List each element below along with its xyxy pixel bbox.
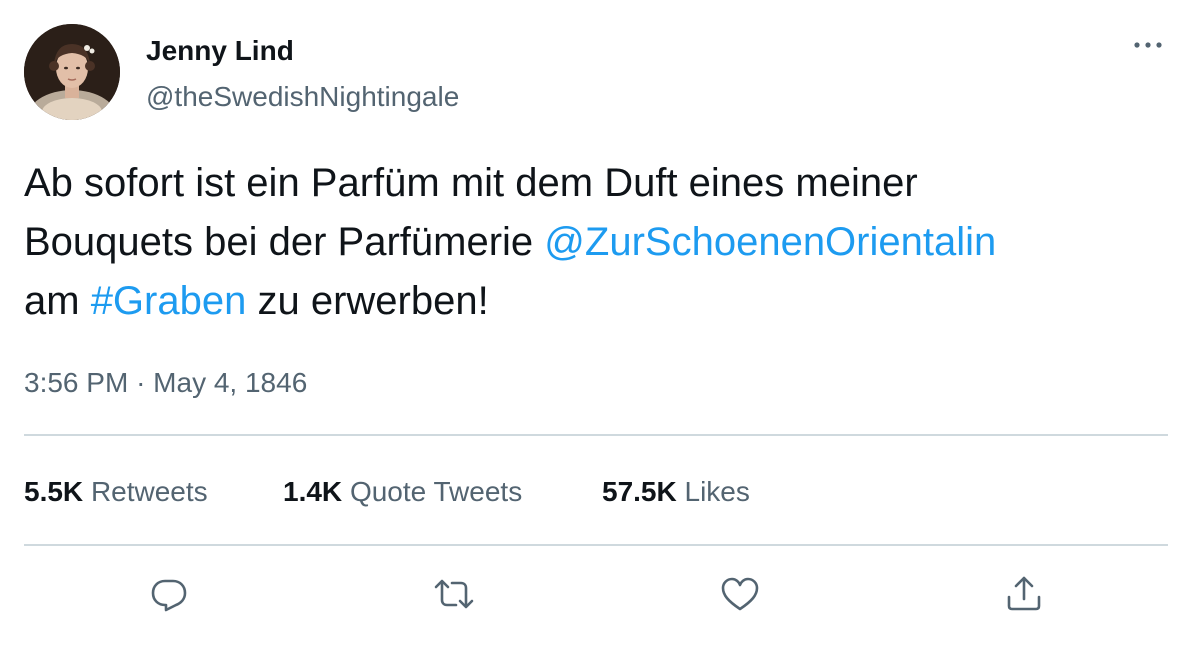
- retweets-count: 5.5K: [24, 476, 84, 507]
- quote-tweets-label: Quote Tweets: [349, 476, 523, 507]
- likes-count: 57.5K: [602, 476, 677, 507]
- likes-label: Likes: [684, 476, 750, 507]
- timestamp-separator: ·: [136, 367, 146, 398]
- more-horizontal-icon: [1134, 42, 1162, 48]
- share-upload-icon: [1007, 576, 1041, 611]
- tweet-text: Ab sofort ist ein Parfüm mit dem Duft ei…: [24, 154, 1164, 331]
- mention-link[interactable]: @ZurSchoenenOrientalin: [544, 220, 996, 264]
- hashtag-link[interactable]: #Graben: [91, 279, 247, 323]
- heart-icon: [721, 577, 759, 611]
- retweet-arrows-icon: [434, 579, 474, 609]
- tweet-text-segment: Bouquets bei der Parfümerie: [24, 220, 545, 264]
- tweet-text-line-2: Bouquets bei der Parfümerie @ZurSchoenen…: [24, 213, 1164, 272]
- more-options-button[interactable]: [1126, 32, 1170, 58]
- tweet-card: Jenny Lind @theSwedishNightingale Ab sof…: [0, 0, 1192, 668]
- user-handle[interactable]: @theSwedishNightingale: [146, 80, 459, 114]
- retweet-button[interactable]: [432, 572, 476, 616]
- reply-bubble-icon: [151, 579, 187, 612]
- reply-button[interactable]: [147, 572, 191, 616]
- tweet-text-segment: am: [24, 279, 91, 323]
- divider: [24, 434, 1168, 436]
- tweet-timestamp: 3:56 PM · May 4, 1846: [24, 365, 307, 401]
- like-button[interactable]: [718, 572, 762, 616]
- tweet-date[interactable]: May 4, 1846: [153, 367, 307, 398]
- tweet-text-line-3: am #Graben zu erwerben!: [24, 272, 1164, 331]
- avatar-portrait: [24, 24, 120, 120]
- quote-tweets-count: 1.4K: [283, 476, 343, 507]
- display-name[interactable]: Jenny Lind: [146, 34, 294, 68]
- quote-tweets-stat[interactable]: 1.4K Quote Tweets: [283, 474, 522, 510]
- share-button[interactable]: [1002, 572, 1046, 616]
- retweets-stat[interactable]: 5.5K Retweets: [24, 474, 208, 510]
- likes-stat[interactable]: 57.5K Likes: [602, 474, 750, 510]
- tweet-text-segment: zu erwerben!: [246, 279, 489, 323]
- avatar[interactable]: [24, 24, 120, 120]
- tweet-text-segment: Ab sofort ist ein Parfüm mit dem Duft ei…: [24, 161, 918, 205]
- divider: [24, 544, 1168, 546]
- tweet-time[interactable]: 3:56 PM: [24, 367, 128, 398]
- tweet-text-line-1: Ab sofort ist ein Parfüm mit dem Duft ei…: [24, 154, 1164, 213]
- retweets-label: Retweets: [90, 476, 208, 507]
